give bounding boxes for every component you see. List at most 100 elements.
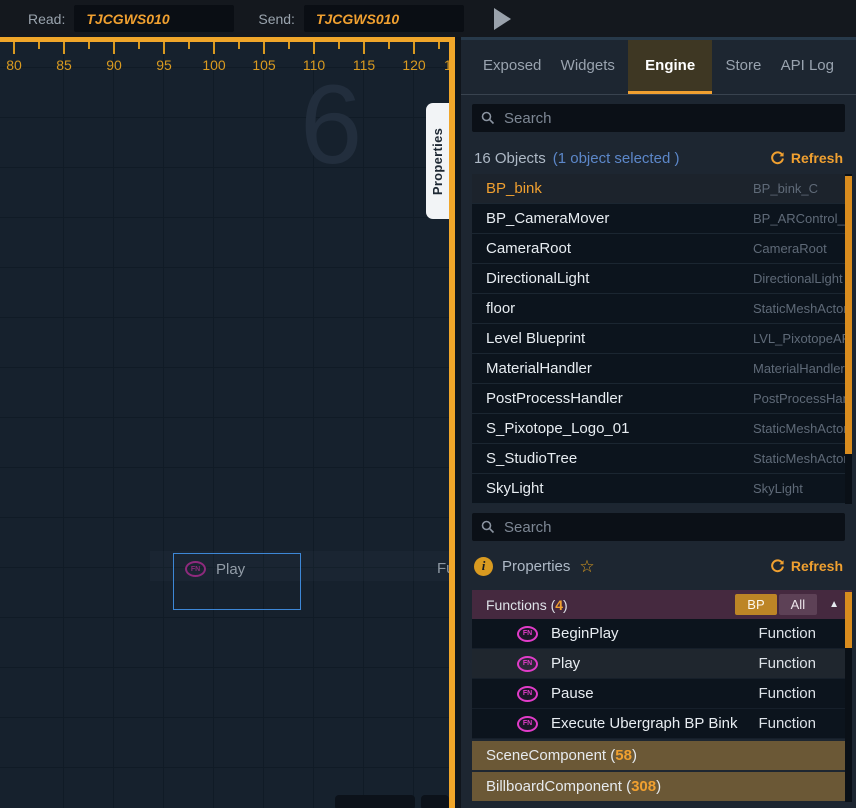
- function-row[interactable]: FN Execute Ubergraph BP Bink Function: [472, 709, 852, 739]
- ruler-major-tick: [263, 42, 265, 54]
- info-icon[interactable]: i: [474, 557, 493, 576]
- star-icon[interactable]: ☆: [579, 558, 594, 575]
- ruler-major-tick: [63, 42, 65, 54]
- object-class: PostProcessHandler: [753, 391, 849, 406]
- ruler-minor-tick: [388, 42, 390, 49]
- object-name: S_Pixotope_Logo_01: [486, 420, 629, 437]
- object-row[interactable]: BP_CameraMover BP_ARControl_C: [472, 204, 852, 234]
- send-input[interactable]: [304, 5, 464, 32]
- function-type: Function: [758, 715, 816, 732]
- object-name: PostProcessHandler: [486, 390, 623, 407]
- ruler-major-tick: [413, 42, 415, 54]
- objects-search[interactable]: [472, 104, 845, 132]
- function-row[interactable]: FN BeginPlay Function: [472, 619, 852, 649]
- panel-tab-label: Exposed: [483, 57, 541, 74]
- object-class: StaticMeshActor: [753, 301, 848, 316]
- ruler-minor-tick: [88, 42, 90, 49]
- ruler-label: 85: [56, 57, 72, 73]
- object-row[interactable]: PostProcessHandler PostProcessHandler: [472, 384, 852, 414]
- functions-section-label-close: ): [563, 597, 568, 613]
- properties-search-input[interactable]: [504, 519, 836, 536]
- function-type: Function: [758, 655, 816, 672]
- panel-tab[interactable]: API Log: [775, 40, 840, 94]
- graph-canvas[interactable]: 80 85 90 95 100: [0, 37, 455, 808]
- ruler-label: 80: [6, 57, 22, 73]
- ruler-label: 95: [156, 57, 172, 73]
- refresh-icon: [770, 559, 785, 574]
- filter-all-button[interactable]: All: [779, 594, 817, 615]
- ruler-label: 90: [106, 57, 122, 73]
- component-group-count: 58: [615, 747, 632, 764]
- object-list: BP_bink BP_bink_C BP_CameraMover BP_ARCo…: [472, 174, 852, 504]
- component-group-label: BillboardComponent (: [486, 778, 631, 795]
- panel-tab-label: Engine: [645, 57, 695, 74]
- panel-tab-label: API Log: [781, 57, 834, 74]
- ruler-major-tick: [313, 42, 315, 54]
- engine-panel: Exposed Widgets Engine Store API Log: [461, 37, 856, 808]
- component-groups: SceneComponent ( 58 ) BillboardComponent…: [472, 741, 852, 801]
- object-class: LVL_PixotopeARSample..: [753, 331, 849, 346]
- object-row[interactable]: MaterialHandler MaterialHandler: [472, 354, 852, 384]
- properties-side-tab[interactable]: Properties: [426, 103, 449, 219]
- properties-refresh-button[interactable]: Refresh: [770, 558, 843, 574]
- ruler-major-tick: [363, 42, 365, 54]
- properties-refresh-label: Refresh: [791, 558, 843, 574]
- read-input[interactable]: [74, 5, 234, 32]
- panel-tab-label: Store: [725, 57, 761, 74]
- ruler-label: 105: [252, 57, 275, 73]
- objects-selection-status: (1 object selected ): [553, 150, 680, 167]
- object-row[interactable]: S_StudioTree StaticMeshActor: [472, 444, 852, 474]
- object-class: StaticMeshActor: [753, 421, 848, 436]
- objects-refresh-label: Refresh: [791, 150, 843, 166]
- top-bar: Read: Send:: [0, 0, 856, 37]
- functions-section-header[interactable]: Functions ( 4 ) BP All ▲: [472, 590, 852, 619]
- object-name: BP_CameraMover: [486, 210, 609, 227]
- component-group-header[interactable]: SceneComponent ( 58 ): [472, 741, 852, 770]
- component-group-header[interactable]: BillboardComponent ( 308 ): [472, 772, 852, 801]
- panel-tab[interactable]: Engine: [628, 40, 712, 94]
- dropped-node-label: Play: [216, 561, 245, 578]
- panel-tab[interactable]: Exposed: [477, 40, 547, 94]
- component-group-count: 308: [631, 778, 656, 795]
- canvas-bottom-button[interactable]: [421, 795, 449, 808]
- objects-refresh-button[interactable]: Refresh: [770, 150, 843, 166]
- object-row[interactable]: BP_bink BP_bink_C: [472, 174, 852, 204]
- collapse-icon[interactable]: ▲: [829, 599, 839, 610]
- component-group-label: SceneComponent (: [486, 747, 615, 764]
- object-class: SkyLight: [753, 481, 803, 496]
- properties-scrollbar-thumb[interactable]: [845, 592, 852, 648]
- fn-icon: FN: [517, 686, 538, 702]
- function-row[interactable]: FN Pause Function: [472, 679, 852, 709]
- objects-search-input[interactable]: [504, 110, 836, 127]
- object-row[interactable]: floor StaticMeshActor: [472, 294, 852, 324]
- function-type: Function: [758, 625, 816, 642]
- object-name: MaterialHandler: [486, 360, 592, 377]
- panel-tab[interactable]: Store: [719, 40, 767, 94]
- ruler-minor-tick: [238, 42, 240, 49]
- object-class: DirectionalLight: [753, 271, 843, 286]
- functions-count: 4: [555, 597, 563, 613]
- ruler-major-tick: [113, 42, 115, 54]
- play-icon[interactable]: [494, 8, 511, 30]
- object-name: S_StudioTree: [486, 450, 577, 467]
- panel-tab[interactable]: Widgets: [555, 40, 621, 94]
- object-row[interactable]: Level Blueprint LVL_PixotopeARSample..: [472, 324, 852, 354]
- object-row[interactable]: DirectionalLight DirectionalLight: [472, 264, 852, 294]
- filter-bp-button[interactable]: BP: [735, 594, 776, 615]
- properties-search[interactable]: [472, 513, 845, 541]
- canvas-watermark-digit: 6: [300, 60, 362, 189]
- object-row[interactable]: S_Pixotope_Logo_01 StaticMeshActor: [472, 414, 852, 444]
- object-class: StaticMeshActor: [753, 451, 848, 466]
- object-row[interactable]: CameraRoot CameraRoot: [472, 234, 852, 264]
- function-row[interactable]: FN Play Function: [472, 649, 852, 679]
- dropped-node-selection[interactable]: FN Play: [173, 553, 301, 610]
- objects-count: 16 Objects: [474, 150, 546, 167]
- objects-scrollbar-thumb[interactable]: [845, 176, 852, 454]
- ruler-minor-tick: [188, 42, 190, 49]
- send-label: Send:: [258, 11, 295, 27]
- ruler-label-partial: 1: [444, 57, 452, 73]
- ruler-major-tick: [13, 42, 15, 54]
- object-row[interactable]: SkyLight SkyLight: [472, 474, 852, 504]
- canvas-bottom-button[interactable]: [335, 795, 415, 808]
- objects-header: 16 Objects (1 object selected ) Refresh: [474, 145, 843, 171]
